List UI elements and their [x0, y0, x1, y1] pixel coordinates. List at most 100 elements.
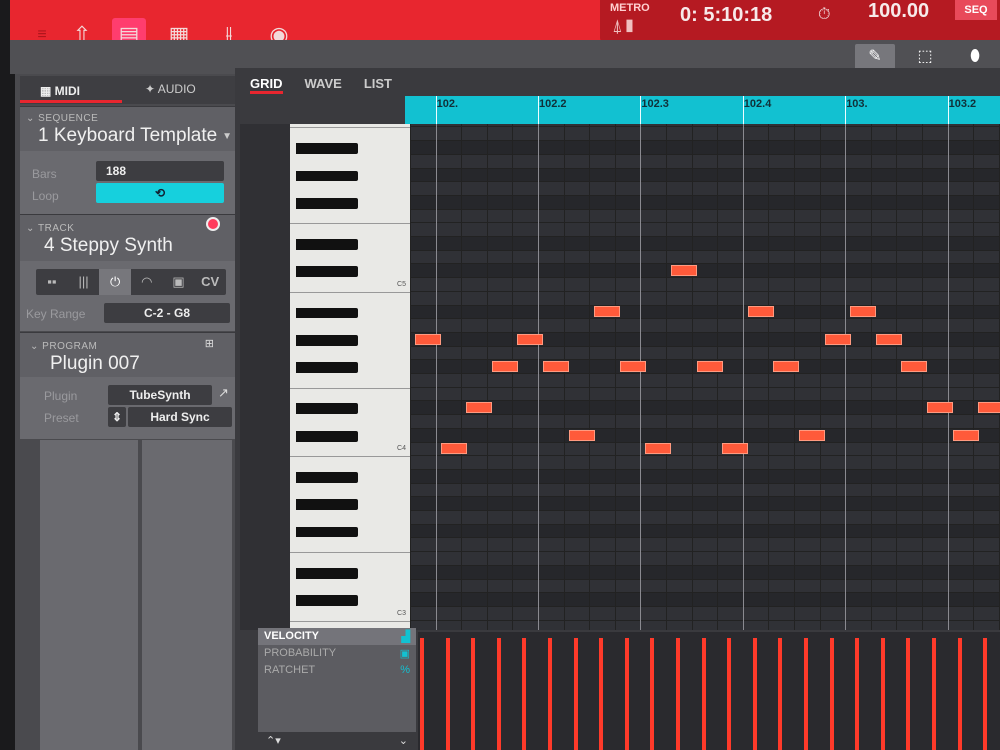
black-key[interactable] — [296, 334, 358, 346]
note-grid[interactable] — [410, 124, 1000, 630]
velocity-lane[interactable] — [418, 632, 1000, 750]
select-icon[interactable]: ⬚ — [905, 44, 945, 70]
velocity-bar[interactable] — [650, 638, 655, 750]
lane-ratchet[interactable]: RATCHET% — [258, 662, 416, 679]
velocity-bar[interactable] — [778, 638, 783, 750]
tab-midi[interactable]: ▦ MIDI — [40, 84, 80, 98]
tab-wave[interactable]: WAVE — [305, 76, 342, 94]
midi-note[interactable] — [773, 361, 800, 373]
eraser-icon[interactable]: ⬮ — [955, 44, 995, 70]
black-key[interactable] — [296, 471, 358, 483]
pads-mode-icon[interactable]: ▪▪ — [36, 269, 68, 295]
black-key[interactable] — [296, 197, 358, 209]
plugin-select[interactable]: TubeSynth — [108, 385, 212, 405]
pencil-icon[interactable]: ✎ — [855, 44, 895, 70]
velocity-bar[interactable] — [548, 638, 552, 750]
black-key[interactable] — [296, 266, 358, 278]
black-key[interactable] — [296, 307, 358, 319]
midi-note[interactable] — [927, 402, 953, 414]
midi-note[interactable] — [747, 306, 774, 318]
midi-note[interactable] — [543, 361, 569, 373]
plugin-mode-icon[interactable]: ⏻ — [99, 269, 132, 295]
velocity-bar[interactable] — [957, 638, 962, 750]
midi-note[interactable] — [901, 361, 928, 373]
velocity-bar[interactable] — [804, 638, 808, 750]
tab-audio[interactable]: ✦ AUDIO — [145, 82, 196, 96]
tab-grid[interactable]: GRID — [250, 76, 283, 94]
sequence-name[interactable]: 1 Keyboard Template — [38, 125, 217, 147]
cv-mode-button[interactable]: CV — [194, 269, 226, 295]
midi-note[interactable] — [415, 333, 441, 345]
velocity-bar[interactable] — [752, 638, 757, 750]
preset-stepper[interactable]: ⇕ — [108, 407, 126, 427]
black-key[interactable] — [296, 143, 358, 154]
velocity-bar[interactable] — [983, 638, 988, 750]
velocity-bar[interactable] — [906, 638, 911, 750]
velocity-bar[interactable] — [445, 638, 450, 750]
midi-note[interactable] — [978, 402, 1000, 414]
black-key[interactable] — [296, 526, 358, 538]
clip-mode-icon[interactable]: ▣ — [163, 269, 195, 295]
midi-note[interactable] — [517, 333, 544, 345]
black-key[interactable] — [296, 362, 358, 374]
midi-note[interactable] — [722, 443, 749, 455]
velocity-bar[interactable] — [420, 638, 424, 750]
lane-velocity[interactable]: VELOCITY ▟ — [258, 628, 416, 645]
seq-button[interactable]: SEQ — [955, 0, 997, 20]
sequence-dropdown-icon[interactable]: ▼ — [222, 131, 232, 142]
velocity-bar[interactable] — [599, 638, 604, 750]
track-name[interactable]: 4 Steppy Synth — [44, 235, 173, 257]
velocity-bar[interactable] — [701, 638, 706, 750]
midi-note[interactable] — [466, 402, 493, 414]
open-plugin-icon[interactable]: ↗ — [218, 385, 229, 401]
midi-note[interactable] — [799, 429, 825, 441]
midi-note[interactable] — [645, 443, 672, 455]
velocity-bar[interactable] — [522, 638, 527, 750]
lane-toggle-icon[interactable]: ⌃▾ — [266, 735, 281, 747]
midi-note[interactable] — [875, 333, 902, 345]
keys-mode-icon[interactable]: ||| — [68, 269, 100, 295]
velocity-bar[interactable] — [471, 638, 476, 750]
midi-note[interactable] — [671, 265, 697, 277]
midi-note[interactable] — [952, 429, 979, 441]
tab-list[interactable]: LIST — [364, 76, 392, 94]
time-display[interactable]: 0: 5:10:18 — [680, 4, 772, 27]
record-arm-button[interactable] — [206, 217, 220, 231]
add-program-icon[interactable]: ⊞ — [205, 337, 214, 350]
velocity-bar[interactable] — [880, 638, 885, 750]
velocity-bar[interactable] — [496, 638, 501, 750]
midi-mode-icon[interactable]: ◠ — [131, 269, 163, 295]
lane-probability[interactable]: PROBABILITY ▣ — [258, 645, 416, 662]
black-key[interactable] — [296, 170, 358, 182]
expand-chevron-icon[interactable]: ⌄ — [399, 734, 408, 747]
black-key[interactable] — [296, 595, 358, 606]
black-key[interactable] — [296, 403, 358, 415]
midi-note[interactable] — [491, 361, 518, 373]
metronome-icon[interactable]: ⍋▮ — [612, 15, 637, 37]
program-name[interactable]: Plugin 007 — [50, 353, 140, 375]
velocity-bar[interactable] — [829, 638, 834, 750]
midi-note[interactable] — [440, 443, 467, 455]
midi-note[interactable] — [696, 361, 723, 373]
loop-toggle[interactable]: ⟲ — [96, 183, 224, 203]
black-key[interactable] — [296, 567, 358, 579]
stopwatch-icon[interactable]: ⏱ — [818, 6, 830, 24]
velocity-bar[interactable] — [624, 638, 629, 750]
black-key[interactable] — [296, 239, 358, 250]
velocity-bar[interactable] — [855, 638, 860, 750]
timeline-ruler[interactable]: 102. 102.2 102.3 102.4 103. 103.2 — [405, 96, 1000, 124]
midi-note[interactable] — [850, 306, 877, 318]
piano-keyboard[interactable]: C5 C4 C3 — [290, 124, 410, 630]
velocity-bar[interactable] — [676, 638, 680, 750]
preset-select[interactable]: Hard Sync — [128, 407, 232, 427]
velocity-bar[interactable] — [573, 638, 578, 750]
midi-note[interactable] — [568, 429, 595, 441]
midi-note[interactable] — [619, 361, 646, 373]
bars-field[interactable]: 188 — [96, 161, 224, 181]
velocity-bar[interactable] — [932, 638, 936, 750]
tempo-display[interactable]: 100.00 — [868, 0, 929, 23]
black-key[interactable] — [296, 430, 358, 442]
velocity-bar[interactable] — [727, 638, 732, 750]
midi-note[interactable] — [594, 306, 621, 318]
black-key[interactable] — [296, 499, 358, 511]
